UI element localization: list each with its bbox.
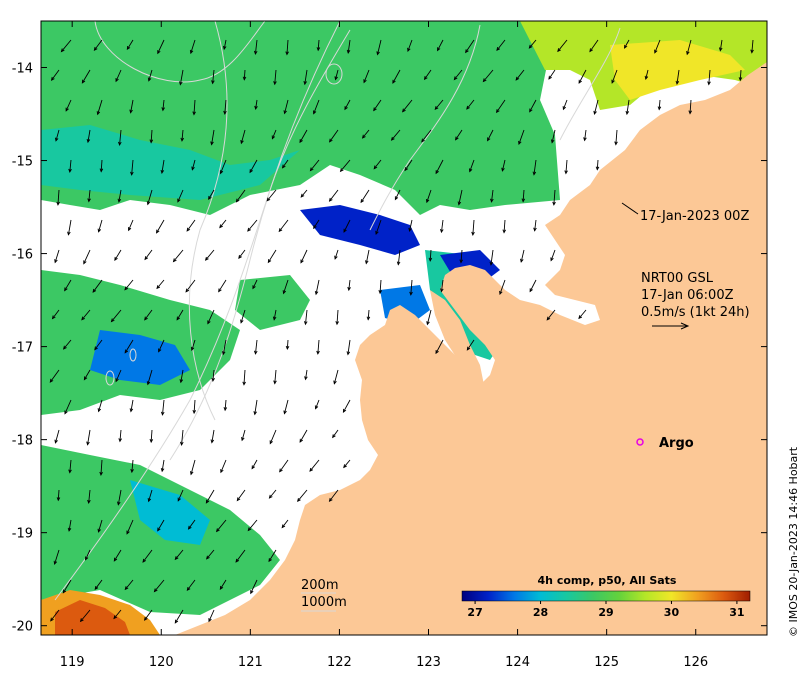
- current-scale-label: 0.5m/s (1kt 24h): [641, 305, 750, 320]
- colorbar-tick-label: 30: [664, 606, 680, 619]
- y-tick-label: -19: [12, 527, 33, 542]
- sst-time-label: 17-Jan-2023 00Z: [640, 209, 749, 224]
- y-tick-label: -16: [12, 248, 33, 263]
- colorbar-tick-label: 28: [533, 606, 548, 619]
- imos-credit: © IMOS 20-Jan-2023 14:46 Hobart: [787, 446, 800, 637]
- current-time-label: 17-Jan 06:00Z: [641, 288, 734, 303]
- map-plot-area: [41, 21, 767, 635]
- x-tick-label: 124: [505, 655, 530, 670]
- isobath-200m-label: 200m: [301, 578, 338, 593]
- x-tick-label: 121: [238, 655, 263, 670]
- x-tick-label: 119: [60, 655, 85, 670]
- x-tick-label: 122: [327, 655, 352, 670]
- x-tick-label: 120: [149, 655, 174, 670]
- x-tick-label: 123: [416, 655, 441, 670]
- y-tick-label: -20: [12, 620, 33, 635]
- x-tick-label: 126: [683, 655, 708, 670]
- isobath-1000m-label: 1000m: [301, 595, 347, 610]
- argo-label: Argo: [659, 436, 694, 451]
- map-canvas: 119 120 121 122 123 124 125 126 -14 -15 -16 -17 -18…: [12, 20, 800, 670]
- colorbar-tick-label: 29: [598, 606, 613, 619]
- x-tick-label: 125: [594, 655, 619, 670]
- colorbar-title: 4h comp, p50, All Sats: [538, 574, 677, 587]
- y-tick-label: -18: [12, 434, 33, 449]
- colorbar-tick-label: 31: [729, 606, 744, 619]
- sst-map-figure: 119 120 121 122 123 124 125 126 -14 -15 -16 -17 -18…: [0, 0, 810, 672]
- y-tick-label: -15: [12, 155, 33, 170]
- current-product-label: NRT00 GSL: [641, 271, 714, 286]
- colorbar-scale: [461, 590, 751, 602]
- colorbar-tick-label: 27: [467, 606, 482, 619]
- y-tick-label: -14: [12, 62, 33, 77]
- y-tick-label: -17: [12, 341, 33, 356]
